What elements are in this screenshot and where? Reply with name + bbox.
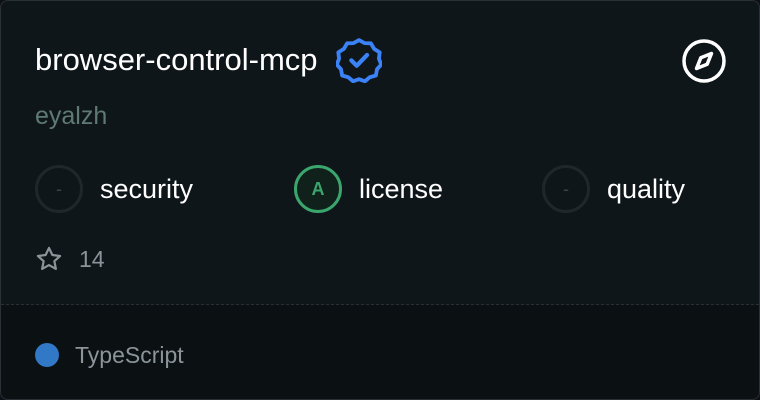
language-color-dot [35,343,59,367]
metric-quality: - quality [542,165,685,213]
stars[interactable]: 14 [35,245,105,273]
server-card[interactable]: browser-control-mcp eyalzh - security A … [0,0,760,400]
repo-title[interactable]: browser-control-mcp [35,38,318,82]
security-label: security [100,174,194,204]
quality-grade-badge: - [542,165,590,213]
license-label: license [359,174,444,204]
title-row: browser-control-mcp [35,37,382,83]
language: TypeScript [35,341,184,369]
metric-license: A license [294,165,443,213]
card-footer: TypeScript [1,305,759,399]
security-grade-badge: - [35,165,83,213]
license-grade-badge: A [294,165,342,213]
star-count: 14 [79,246,105,272]
verified-badge-icon [335,38,382,83]
star-icon [36,246,62,271]
language-name: TypeScript [75,342,184,368]
author-link[interactable]: eyalzh [35,99,107,133]
metric-security: - security [35,165,193,213]
compass-icon[interactable] [681,38,727,84]
quality-label: quality [607,174,686,204]
